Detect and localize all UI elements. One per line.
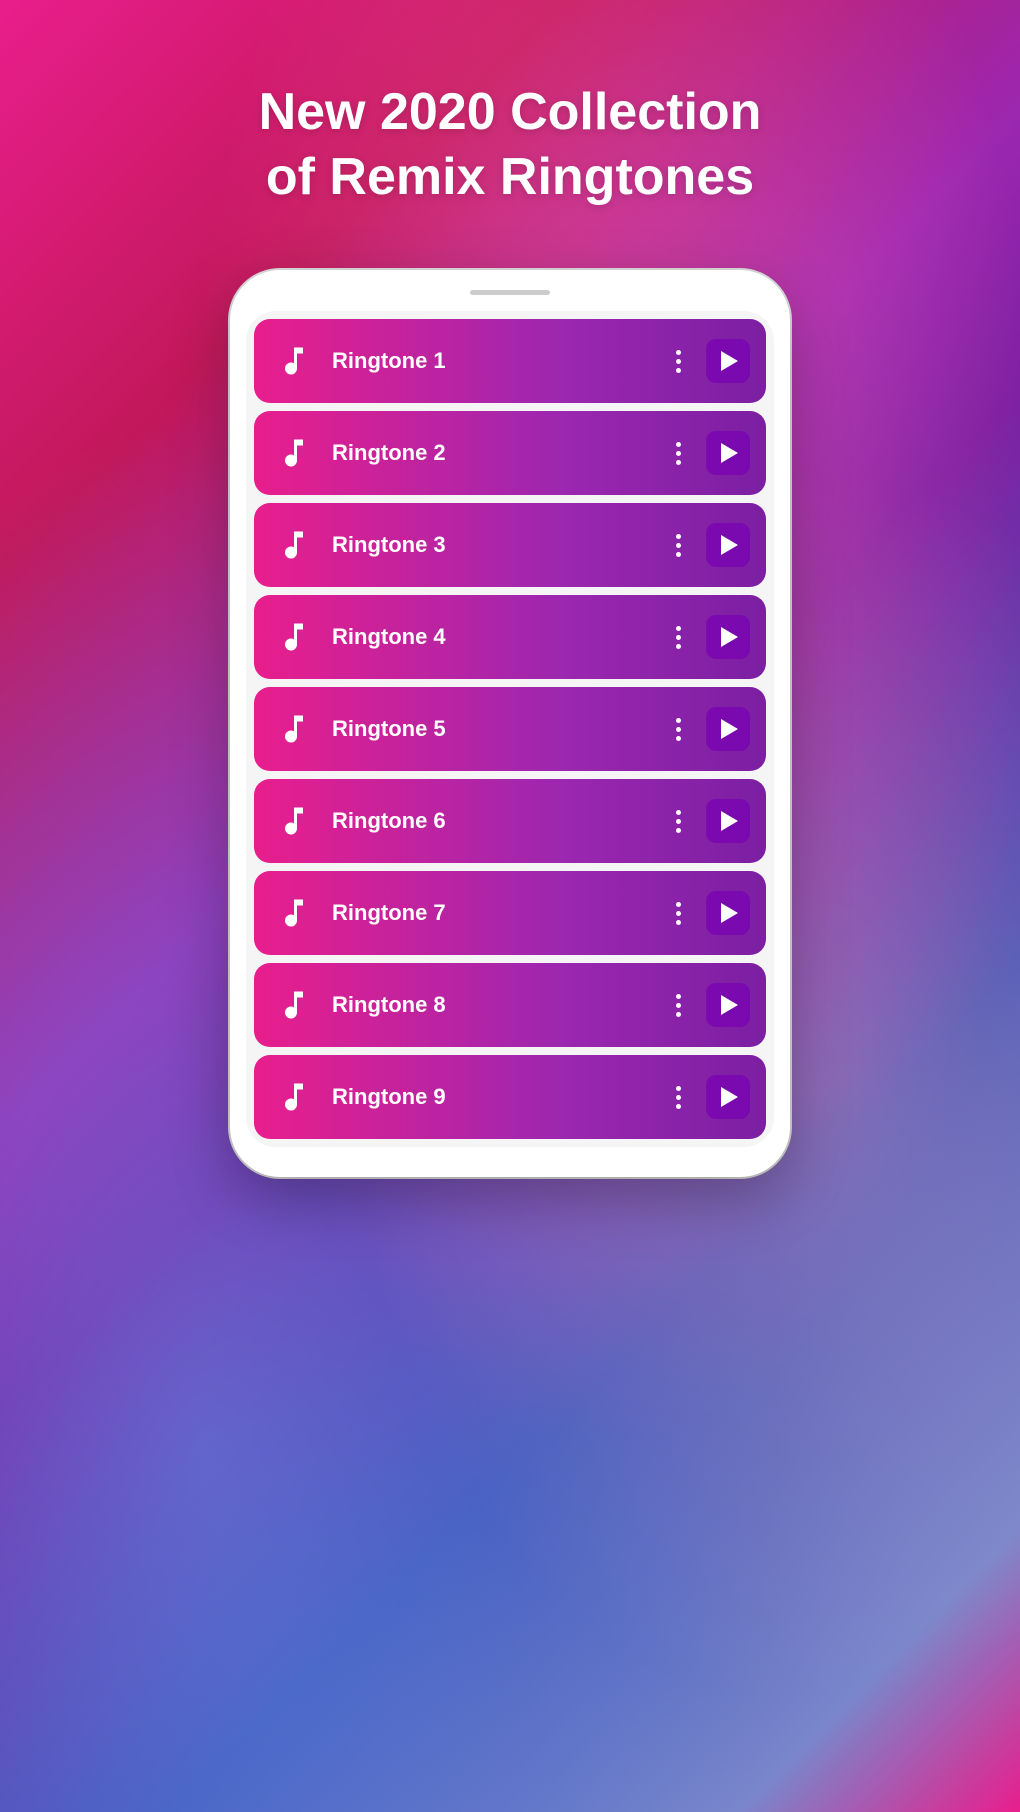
dot-1	[676, 1086, 681, 1091]
dot-1	[676, 442, 681, 447]
ringtone-name: Ringtone 6	[332, 808, 660, 834]
ringtone-name: Ringtone 1	[332, 348, 660, 374]
play-button[interactable]	[706, 339, 750, 383]
play-button[interactable]	[706, 799, 750, 843]
phone-frame: Ringtone 1 Ringtone 2	[230, 270, 790, 1177]
music-note-icon	[276, 435, 312, 471]
phone-notch	[470, 290, 550, 295]
dot-1	[676, 534, 681, 539]
play-button[interactable]	[706, 431, 750, 475]
music-icon-wrap	[270, 429, 318, 477]
play-button[interactable]	[706, 891, 750, 935]
dot-2	[676, 727, 681, 732]
more-options-button[interactable]	[660, 435, 696, 471]
dot-1	[676, 626, 681, 631]
music-note-icon	[276, 343, 312, 379]
music-icon-wrap	[270, 889, 318, 937]
music-note-icon	[276, 527, 312, 563]
ringtone-item-2[interactable]: Ringtone 2	[254, 411, 766, 495]
ringtone-list: Ringtone 1 Ringtone 2	[254, 319, 766, 1139]
dot-1	[676, 902, 681, 907]
dot-3	[676, 828, 681, 833]
music-icon-wrap	[270, 613, 318, 661]
play-button[interactable]	[706, 615, 750, 659]
play-icon	[721, 627, 738, 647]
play-icon	[721, 903, 738, 923]
play-button[interactable]	[706, 983, 750, 1027]
play-icon	[721, 443, 738, 463]
ringtone-name: Ringtone 5	[332, 716, 660, 742]
ringtone-item-4[interactable]: Ringtone 4	[254, 595, 766, 679]
dot-3	[676, 1104, 681, 1109]
phone-wrapper: Ringtone 1 Ringtone 2	[0, 270, 1020, 1177]
play-button[interactable]	[706, 707, 750, 751]
page-title: New 2020 Collection of Remix Ringtones	[60, 80, 960, 210]
music-note-icon	[276, 803, 312, 839]
play-icon	[721, 995, 738, 1015]
music-note-icon	[276, 619, 312, 655]
phone-screen: Ringtone 1 Ringtone 2	[246, 311, 774, 1147]
dot-3	[676, 736, 681, 741]
ringtone-item-3[interactable]: Ringtone 3	[254, 503, 766, 587]
play-button[interactable]	[706, 1075, 750, 1119]
dot-3	[676, 920, 681, 925]
more-options-button[interactable]	[660, 619, 696, 655]
more-options-button[interactable]	[660, 895, 696, 931]
play-icon	[721, 535, 738, 555]
dot-3	[676, 368, 681, 373]
dot-3	[676, 460, 681, 465]
dot-2	[676, 819, 681, 824]
music-note-icon	[276, 711, 312, 747]
dot-3	[676, 552, 681, 557]
dot-1	[676, 718, 681, 723]
dot-3	[676, 644, 681, 649]
play-icon	[721, 351, 738, 371]
ringtone-item-5[interactable]: Ringtone 5	[254, 687, 766, 771]
music-icon-wrap	[270, 797, 318, 845]
ringtone-name: Ringtone 8	[332, 992, 660, 1018]
ringtone-item-6[interactable]: Ringtone 6	[254, 779, 766, 863]
play-icon	[721, 719, 738, 739]
music-note-icon	[276, 895, 312, 931]
dot-2	[676, 1003, 681, 1008]
dot-1	[676, 810, 681, 815]
music-icon-wrap	[270, 705, 318, 753]
music-icon-wrap	[270, 981, 318, 1029]
ringtone-name: Ringtone 9	[332, 1084, 660, 1110]
music-icon-wrap	[270, 337, 318, 385]
music-note-icon	[276, 1079, 312, 1115]
ringtone-item-7[interactable]: Ringtone 7	[254, 871, 766, 955]
ringtone-item-1[interactable]: Ringtone 1	[254, 319, 766, 403]
more-options-button[interactable]	[660, 343, 696, 379]
ringtone-name: Ringtone 7	[332, 900, 660, 926]
more-options-button[interactable]	[660, 987, 696, 1023]
more-options-button[interactable]	[660, 711, 696, 747]
dot-2	[676, 359, 681, 364]
play-icon	[721, 811, 738, 831]
dot-2	[676, 635, 681, 640]
page-title-section: New 2020 Collection of Remix Ringtones	[0, 0, 1020, 250]
more-options-button[interactable]	[660, 527, 696, 563]
ringtone-item-9[interactable]: Ringtone 9	[254, 1055, 766, 1139]
play-button[interactable]	[706, 523, 750, 567]
music-note-icon	[276, 987, 312, 1023]
dot-2	[676, 1095, 681, 1100]
ringtone-name: Ringtone 4	[332, 624, 660, 650]
more-options-button[interactable]	[660, 803, 696, 839]
dot-1	[676, 994, 681, 999]
music-icon-wrap	[270, 1073, 318, 1121]
dot-3	[676, 1012, 681, 1017]
play-icon	[721, 1087, 738, 1107]
dot-2	[676, 451, 681, 456]
ringtone-name: Ringtone 2	[332, 440, 660, 466]
dot-2	[676, 911, 681, 916]
music-icon-wrap	[270, 521, 318, 569]
ringtone-item-8[interactable]: Ringtone 8	[254, 963, 766, 1047]
ringtone-name: Ringtone 3	[332, 532, 660, 558]
dot-1	[676, 350, 681, 355]
more-options-button[interactable]	[660, 1079, 696, 1115]
dot-2	[676, 543, 681, 548]
